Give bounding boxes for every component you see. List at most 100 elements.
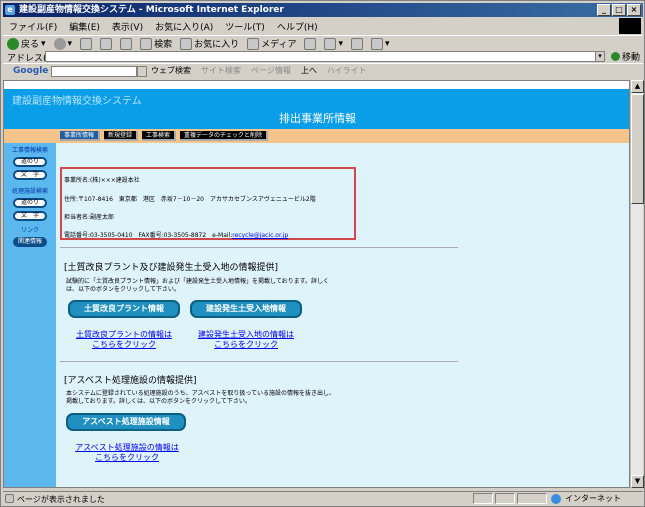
scroll-down-button[interactable]: ▼: [631, 475, 644, 488]
window-controls: _ □ ×: [597, 4, 641, 16]
link-label: リンク: [20, 227, 39, 234]
google-search-input[interactable]: [51, 66, 137, 77]
office-info-box: 事業所名:(株)×××建設本社 住所:〒107-8416 東京都 港区 赤坂7－…: [60, 167, 356, 240]
media-button[interactable]: メディア: [247, 37, 296, 50]
google-toolbar: Google ウェブ検索 サイト検索 ページ情報 上へ ハイライト: [3, 63, 643, 77]
browser-window: e 建設副産物情報交換システム - Microsoft Internet Exp…: [0, 0, 645, 507]
soil-plant-link[interactable]: 土質改良プラントの情報は こちらをクリック: [68, 330, 180, 350]
left-sidebar: 工事情報検索 道のり 文 字 処理施設検索 道のり 文 字 リンク 関連情報: [4, 143, 56, 487]
maximize-button[interactable]: □: [612, 4, 626, 16]
menu-file[interactable]: ファイル(F): [9, 20, 57, 33]
tab-bar: 事業所情報 新規登録 工事検索 重複データのチェックと削除: [4, 129, 629, 143]
up-button[interactable]: 上へ: [301, 65, 317, 76]
asbestos-info-button[interactable]: アスベスト処理施設情報: [66, 413, 186, 431]
scroll-up-button[interactable]: ▲: [631, 80, 644, 93]
status-text: ページが表示されました: [17, 495, 105, 504]
page-icon: [5, 494, 14, 503]
google-logo[interactable]: Google: [13, 66, 48, 76]
title-bar: e 建設副産物情報交換システム - Microsoft Internet Exp…: [3, 3, 643, 17]
office-name: 事業所名:(株)×××建設本社: [64, 177, 140, 184]
tab-duplicate-check[interactable]: 重複データのチェックと削除: [180, 131, 269, 141]
asbestos-section-title: [アスベスト処理施設の情報提供]: [64, 376, 197, 386]
globe-icon: [551, 493, 561, 504]
menu-edit[interactable]: 編集(E): [69, 20, 100, 33]
forward-arrow-icon: [53, 37, 66, 50]
forward-button[interactable]: ▾: [53, 37, 72, 50]
edit-button[interactable]: ▾: [371, 37, 390, 50]
address-dropdown[interactable]: ▾: [595, 51, 605, 62]
window-title: 建設副産物情報交換システム - Microsoft Internet Explo…: [19, 5, 284, 15]
tab-project-search[interactable]: 工事検索: [142, 131, 177, 141]
tab-office-info[interactable]: 事業所情報: [60, 131, 101, 141]
related-info-button[interactable]: 関連情報: [13, 237, 47, 247]
office-phone-fax: 電話番号:03-3505-0410 FAX番号:03-3505-8872 e-M…: [64, 230, 288, 239]
vertical-scrollbar[interactable]: ▲ ▼: [630, 80, 644, 488]
soil-plant-info-button[interactable]: 土質改良プラント情報: [68, 300, 180, 318]
processing-route-button[interactable]: 道のり: [13, 198, 47, 208]
site-name: 建設副産物情報交換システム: [12, 96, 142, 107]
standard-toolbar: 戻る ▾ ▾ 検索 お気に入り メディア ▾ ▾: [3, 35, 643, 51]
edit-icon: [371, 37, 384, 50]
status-pane: [495, 493, 515, 504]
asbestos-link[interactable]: アスベスト処理施設の情報は こちらをクリック: [62, 443, 192, 463]
scroll-thumb[interactable]: [631, 94, 644, 204]
search-button[interactable]: 検索: [140, 37, 172, 50]
highlight-button[interactable]: ハイライト: [327, 65, 367, 76]
refresh-icon: [100, 37, 113, 50]
address-input[interactable]: [45, 51, 605, 62]
menu-help[interactable]: ヘルプ(H): [277, 20, 318, 33]
menu-view[interactable]: 表示(V): [112, 20, 143, 33]
google-search-dropdown[interactable]: [137, 66, 147, 77]
address-bar: アドレス(D) ▾ 移動: [3, 50, 643, 64]
stop-icon: [80, 37, 93, 50]
divider: [60, 361, 458, 362]
construction-route-button[interactable]: 道のり: [13, 157, 47, 167]
construction-text-button[interactable]: 文 字: [13, 170, 47, 180]
go-button[interactable]: 移動: [611, 50, 640, 63]
print-icon: [351, 37, 364, 50]
main-content: 事業所名:(株)×××建設本社 住所:〒107-8416 東京都 港区 赤坂7－…: [56, 143, 629, 487]
asbestos-section-desc: 本システムに登録されている処理施設のうち、アスベストを取り扱っている施設の情報を…: [66, 390, 336, 405]
back-arrow-icon: [7, 37, 19, 50]
windows-logo-icon: [619, 18, 641, 34]
search-icon: [140, 37, 153, 50]
mail-button[interactable]: ▾: [324, 37, 343, 50]
processing-search-label: 処理施設検索: [11, 188, 48, 195]
page-viewport: 建設副産物情報交換システム 排出事業所情報 事業所情報 新規登録 工事検索 重複…: [3, 80, 630, 488]
zone-label: インターネット: [565, 494, 621, 503]
mail-icon: [324, 37, 337, 50]
email-link[interactable]: recycle@jacic.or.jp: [232, 232, 288, 239]
ie-icon: e: [5, 5, 15, 15]
stop-button[interactable]: [80, 37, 93, 50]
favorites-button[interactable]: お気に入り: [180, 37, 239, 50]
soil-receiving-info-button[interactable]: 建設発生土受入地情報: [190, 300, 302, 318]
print-button[interactable]: [351, 37, 364, 50]
soil-receiving-link[interactable]: 建設発生土受入地の情報は こちらをクリック: [184, 330, 308, 350]
construction-search-label: 工事情報検索: [11, 147, 48, 154]
close-button[interactable]: ×: [627, 4, 641, 16]
menu-bar: ファイル(F) 編集(E) 表示(V) お気に入り(A) ツール(T) ヘルプ(…: [3, 18, 643, 34]
menu-favorites[interactable]: お気に入り(A): [155, 20, 213, 33]
media-icon: [247, 37, 260, 50]
page-title: 排出事業所情報: [279, 112, 356, 125]
soil-section-title: [土質改良プラント及び建設発生土受入地の情報提供]: [64, 263, 279, 273]
status-pane: [517, 493, 547, 504]
menu-tools[interactable]: ツール(T): [225, 20, 265, 33]
page-info-button[interactable]: ページ情報: [251, 65, 291, 76]
tab-new-registration[interactable]: 新規登録: [104, 131, 139, 141]
phone-fax-text: 電話番号:03-3505-0410 FAX番号:03-3505-8872 e-M…: [64, 232, 233, 239]
refresh-button[interactable]: [100, 37, 113, 50]
processing-text-button[interactable]: 文 字: [13, 211, 47, 221]
site-search-button[interactable]: サイト検索: [201, 65, 241, 76]
history-icon: [304, 37, 317, 50]
status-pane: [473, 493, 493, 504]
minimize-button[interactable]: _: [597, 4, 611, 16]
home-icon: [120, 37, 133, 50]
office-address: 住所:〒107-8416 東京都 港区 赤坂7－10－20 アカサカセブンスアヴ…: [64, 196, 316, 203]
home-button[interactable]: [120, 37, 133, 50]
soil-section-desc: 試験的に「土質改良プラント情報」および「建設発生土受入地情報」を掲載しております…: [66, 278, 330, 293]
back-button[interactable]: 戻る ▾: [7, 37, 46, 50]
web-search-button[interactable]: ウェブ検索: [151, 65, 191, 76]
history-button[interactable]: [304, 37, 317, 50]
favorites-icon: [180, 37, 193, 50]
